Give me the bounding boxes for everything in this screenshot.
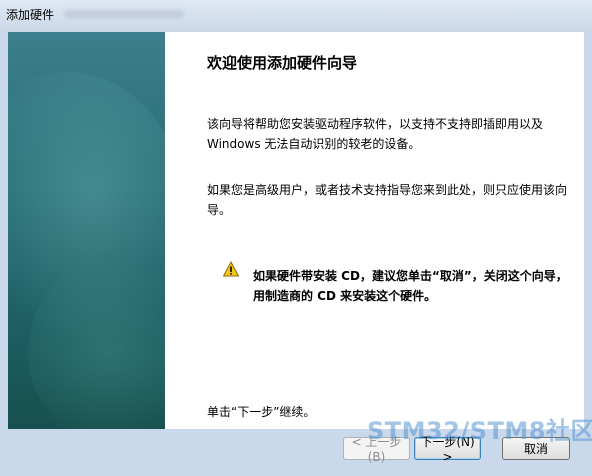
- wizard-side-banner: [8, 32, 165, 429]
- blurred-title-region: [64, 10, 184, 18]
- back-button[interactable]: < 上一步(B): [343, 435, 410, 464]
- wizard-content: 欢迎使用添加硬件向导 该向导将帮助您安装驱动程序软件，以支持不支持即插即用以及 …: [165, 32, 584, 429]
- intro-paragraph: 该向导将帮助您安装驱动程序软件，以支持不支持即插即用以及 Windows 无法自…: [207, 117, 544, 151]
- page-title: 欢迎使用添加硬件向导: [207, 54, 358, 72]
- next-button[interactable]: 下一步(N) >: [414, 435, 481, 464]
- title-bar: 添加硬件: [0, 0, 592, 31]
- advanced-user-paragraph: 如果您是高级用户，或者技术支持指导您来到此处，则只应使用该向导。: [207, 183, 568, 217]
- continue-instruction: 单击“下一步”继续。: [207, 405, 316, 419]
- warning-message: 如果硬件带安装 CD，建议您单击“取消”，关闭这个向导，用制造商的 CD 来安装…: [253, 269, 568, 303]
- window-title: 添加硬件: [6, 8, 55, 22]
- warning-icon: [223, 261, 239, 277]
- cancel-button[interactable]: 取消: [502, 437, 570, 460]
